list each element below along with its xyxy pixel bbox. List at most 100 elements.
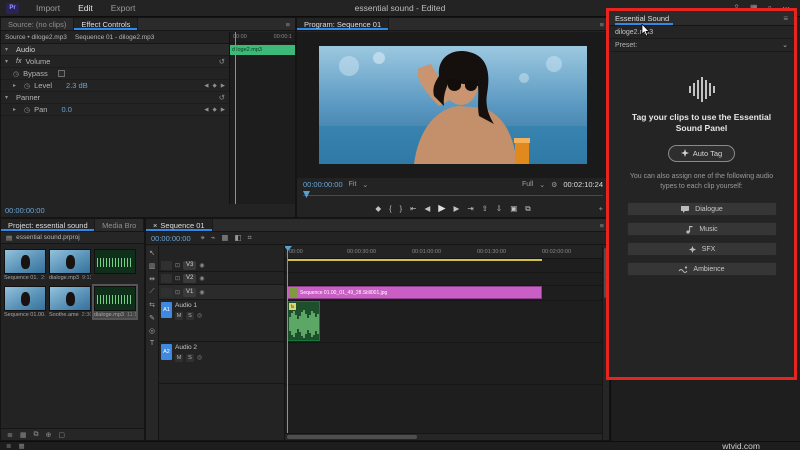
twisty-icon[interactable]: ▸	[13, 106, 20, 113]
ec-sequence-clip-label[interactable]: Sequence 01 - diloge2.mp3	[75, 34, 155, 41]
stopwatch-icon[interactable]: ◷	[24, 82, 30, 90]
menu-export[interactable]: Export	[102, 3, 145, 13]
track-header-a2[interactable]: A2 Audio 2 M S ◎	[159, 342, 284, 384]
timeline-timecode[interactable]: 00:00:00:00	[151, 234, 191, 243]
snap-icon[interactable]: ⌁	[211, 233, 216, 243]
project-item[interactable]: Soothe.ame2:30:37809	[49, 286, 91, 318]
video-thumbnail[interactable]	[4, 286, 46, 311]
panel-menu-icon[interactable]: ≡	[281, 18, 295, 30]
project-item[interactable]: Sequence 01.2:10:24	[4, 249, 46, 281]
lift-button[interactable]: ⇧	[482, 204, 488, 213]
add-marker-icon[interactable]: ◧	[234, 233, 241, 243]
tab-project[interactable]: Project: essential sound	[1, 219, 96, 231]
extract-button[interactable]: ⇩	[496, 204, 502, 213]
lock-icon[interactable]: ⊡	[175, 289, 180, 296]
source-patch[interactable]	[161, 273, 172, 283]
step-back-button[interactable]: ◀	[424, 204, 430, 213]
slip-tool[interactable]: ⇆	[149, 301, 155, 309]
eye-icon[interactable]: ◉	[199, 289, 204, 296]
program-scrubber[interactable]	[303, 191, 603, 200]
tab-source-monitor[interactable]: Source: (no clips)	[1, 18, 75, 30]
reset-effect-icon[interactable]: ↺	[219, 93, 225, 102]
video-preview[interactable]	[319, 46, 587, 164]
list-view-icon[interactable]: ≣	[7, 431, 13, 439]
chevron-down-icon[interactable]: ⌄	[782, 41, 788, 49]
status-left-icon[interactable]: ▦	[18, 442, 24, 450]
solo-button[interactable]: S	[186, 354, 194, 362]
razor-tool[interactable]: ⟋	[150, 288, 155, 296]
playhead-caret[interactable]	[285, 246, 292, 255]
track-header-v1[interactable]: ⊡ V1 ◉	[159, 285, 284, 300]
linked-selection-icon[interactable]: ▦	[221, 233, 228, 243]
mark-in-button[interactable]: {	[389, 204, 392, 213]
insert-overwrite-icon[interactable]: ⌖	[201, 233, 205, 243]
mic-icon[interactable]: ◎	[197, 354, 202, 362]
timeline-settings-icon[interactable]: ⌗	[248, 233, 252, 243]
tab-media-browser[interactable]: Media Bro	[95, 219, 144, 231]
auto-tag-button[interactable]: Auto Tag	[667, 144, 736, 162]
ec-timecode[interactable]: 00:00:00:00	[5, 206, 45, 215]
timeline-ruler[interactable]: 00:00 00:00:30:00 00:01:00:00 00:01:30:0…	[285, 246, 602, 259]
mute-button[interactable]: M	[175, 312, 183, 320]
project-item[interactable]	[94, 249, 136, 281]
close-icon[interactable]: ×	[153, 221, 157, 230]
chevron-down-icon[interactable]: ⌄	[362, 181, 368, 189]
horizontal-scrollbar[interactable]	[285, 433, 602, 440]
ec-pan-value[interactable]: 0.0	[61, 105, 71, 114]
audio-type-dialogue-button[interactable]: Dialogue	[626, 202, 777, 217]
pen-tool[interactable]: ✎	[149, 314, 155, 322]
timeline-clip-area[interactable]: 00:00 00:00:30:00 00:01:00:00 00:01:30:0…	[285, 246, 602, 440]
source-patch[interactable]	[161, 260, 172, 270]
mark-out-button[interactable]: }	[400, 204, 403, 213]
ec-source-clip-label[interactable]: Source • diloge2.mp3	[5, 34, 67, 41]
project-item[interactable]: dialoge.mp39:13123	[49, 249, 91, 281]
bypass-checkbox[interactable]	[57, 70, 65, 77]
stopwatch-icon[interactable]: ◷	[13, 70, 19, 78]
type-tool[interactable]: T	[150, 340, 154, 347]
next-keyframe-icon[interactable]: ▶	[221, 83, 225, 89]
trash-icon[interactable]: ▢	[58, 431, 65, 439]
track-name-audio1[interactable]: Audio 1	[175, 302, 282, 309]
source-patch-a1[interactable]: A1	[161, 302, 172, 318]
tab-sequence[interactable]: × Sequence 01	[146, 219, 213, 231]
lock-icon[interactable]: ⊡	[175, 262, 180, 269]
ripple-edit-tool[interactable]: ⇹	[149, 275, 155, 283]
mic-icon[interactable]: ◎	[197, 312, 202, 320]
ec-playhead[interactable]	[235, 32, 236, 204]
timeline-playhead[interactable]	[285, 246, 292, 433]
track-target-v3[interactable]: V3	[183, 260, 197, 270]
lock-icon[interactable]: ⊡	[175, 275, 180, 282]
stopwatch-icon[interactable]: ◷	[24, 106, 30, 114]
audio-clip[interactable]: fx	[287, 301, 320, 341]
audio-type-ambience-button[interactable]: Ambience	[626, 262, 777, 277]
audio-type-sfx-button[interactable]: SFX	[626, 242, 777, 257]
new-item-icon[interactable]: ⊕	[46, 431, 52, 439]
mute-button[interactable]: M	[175, 354, 183, 362]
twisty-icon[interactable]: ▸	[13, 82, 20, 89]
solo-button[interactable]: S	[186, 312, 194, 320]
twisty-icon[interactable]: ▾	[5, 94, 12, 101]
ec-panner-effect[interactable]: ▾ Panner ↺	[1, 92, 229, 104]
prev-keyframe-icon[interactable]: ◀	[204, 83, 208, 89]
project-breadcrumb[interactable]: ▤ essential sound.prproj	[1, 232, 144, 244]
button-editor-plus[interactable]: +	[599, 204, 603, 213]
ec-volume-effect[interactable]: ▾ fx Volume ↺	[1, 56, 229, 68]
source-patch[interactable]	[161, 287, 172, 297]
video-thumbnail[interactable]	[49, 286, 91, 311]
menu-import[interactable]: Import	[27, 3, 69, 13]
track-name-audio2[interactable]: Audio 2	[175, 344, 282, 351]
prev-keyframe-icon[interactable]: ◀	[204, 107, 208, 113]
status-left-icon[interactable]: ≣	[6, 442, 11, 450]
scrollbar-thumb[interactable]	[287, 435, 417, 439]
zoom-fit-select[interactable]: Fit	[349, 181, 357, 188]
selection-tool[interactable]: ↖	[149, 249, 155, 257]
project-item-selected[interactable]: dialoge.mp311:17448	[92, 284, 138, 320]
reset-effect-icon[interactable]: ↺	[219, 57, 225, 66]
tab-effect-controls[interactable]: Effect Controls	[74, 18, 139, 30]
es-preset-row[interactable]: Preset: ⌄	[609, 39, 794, 52]
audio-thumbnail[interactable]	[94, 249, 136, 274]
ec-level-value[interactable]: 2.3 dB	[66, 81, 88, 90]
icon-view-icon[interactable]: ▦	[20, 431, 27, 439]
audio-thumbnail[interactable]	[94, 286, 136, 311]
track-header-a1[interactable]: A1 Audio 1 M S ◎	[159, 300, 284, 342]
